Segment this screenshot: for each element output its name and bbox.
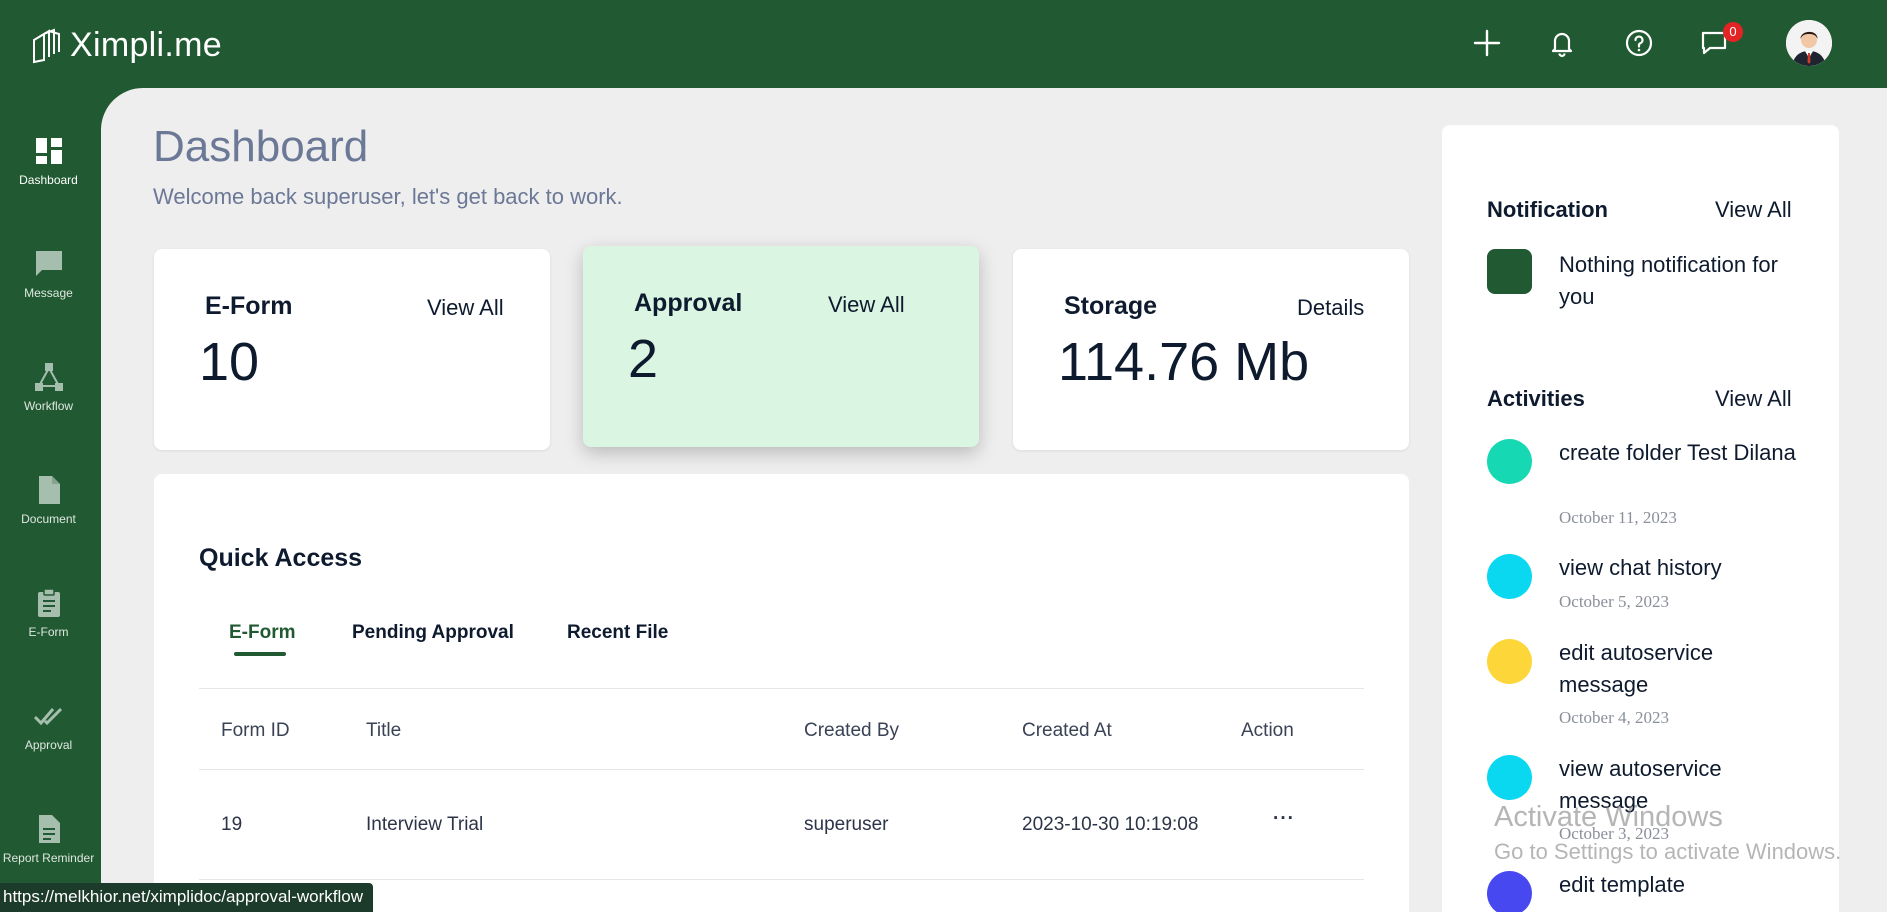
message-icon xyxy=(35,251,62,276)
column-header-title: Title xyxy=(366,720,402,741)
activity-text: create folder Test Dilana xyxy=(1559,440,1796,465)
sidebar-item-dashboard[interactable]: Dashboard xyxy=(0,135,97,235)
help-button[interactable] xyxy=(1622,26,1656,60)
quick-access-title: Quick Access xyxy=(199,544,363,572)
activity-date: October 4, 2023 xyxy=(1559,708,1670,727)
sidebar-item-label: E-Form xyxy=(28,625,69,639)
messages-button[interactable]: 0 xyxy=(1697,22,1743,60)
notification-title: Notification xyxy=(1487,197,1608,222)
storage-card: Storage Details 114.76 Mb xyxy=(1013,249,1409,450)
notification-indicator xyxy=(1487,249,1532,294)
activity-text: edit template xyxy=(1559,872,1685,897)
tab-eform[interactable]: E-Form xyxy=(229,622,296,644)
activity-date: October 11, 2023 xyxy=(1559,508,1677,527)
cell-created-by: superuser xyxy=(804,814,889,835)
card-value: 2 xyxy=(628,329,659,389)
sidebar-item-label: Dashboard xyxy=(19,173,78,187)
notification-message: Nothing notification for you xyxy=(1559,252,1778,309)
cell-form-id: 19 xyxy=(221,814,243,835)
sidebar-item-document[interactable]: Document xyxy=(0,474,97,574)
activity-dot xyxy=(1487,439,1532,484)
tab-pending-approval[interactable]: Pending Approval xyxy=(352,622,514,644)
notification-view-all-link[interactable]: View All xyxy=(1715,197,1792,223)
bell-icon xyxy=(1551,32,1573,58)
plus-icon xyxy=(1473,29,1501,57)
page-title: Dashboard xyxy=(153,122,369,171)
activity-dot xyxy=(1487,755,1532,800)
activity-dot xyxy=(1487,871,1532,912)
add-button[interactable] xyxy=(1470,26,1504,60)
quick-access-panel: Quick Access E-Form Pending Approval Rec… xyxy=(154,474,1409,912)
row-action-menu-button[interactable]: ··· xyxy=(1273,808,1295,830)
card-value: 10 xyxy=(199,332,260,392)
sidebar-item-message[interactable]: Message xyxy=(0,248,97,348)
activity-date: October 5, 2023 xyxy=(1559,592,1670,611)
divider xyxy=(199,879,1364,880)
sidebar-item-label: Workflow xyxy=(23,399,74,413)
welcome-message: Welcome back superuser, let's get back t… xyxy=(153,184,623,209)
column-header-action: Action xyxy=(1241,720,1294,741)
approval-view-all-link[interactable]: View All xyxy=(828,292,905,318)
workflow-icon xyxy=(34,363,63,391)
activity-text: edit autoservice message xyxy=(1559,640,1714,697)
right-panel: Notification View All Nothing notificati… xyxy=(1442,125,1839,912)
sidebar-item-approval[interactable]: Approval xyxy=(0,700,97,800)
activity-dot xyxy=(1487,639,1532,684)
active-tab-indicator xyxy=(234,652,286,656)
report-icon xyxy=(38,815,60,843)
logo-text: Ximpli xyxy=(70,26,165,64)
storage-details-link[interactable]: Details xyxy=(1297,295,1364,321)
sidebar-item-label: Message xyxy=(24,286,73,300)
sidebar-item-label: Document xyxy=(21,512,76,526)
column-header-form-id: Form ID xyxy=(221,720,290,741)
sidebar-item-eform[interactable]: E-Form xyxy=(0,587,97,687)
sidebar-item-label: Report Reminder xyxy=(2,851,95,865)
dashboard-icon xyxy=(35,138,62,164)
avatar[interactable] xyxy=(1786,20,1832,66)
column-header-created-by: Created By xyxy=(804,720,900,741)
card-title: Storage xyxy=(1064,292,1158,320)
eform-view-all-link[interactable]: View All xyxy=(427,295,504,321)
help-icon xyxy=(1625,29,1653,57)
card-title: E-Form xyxy=(205,292,293,320)
top-bar: Ximpli.me 0 xyxy=(0,0,1887,88)
message-count-badge: 0 xyxy=(1723,22,1743,42)
divider xyxy=(199,688,1364,689)
clipboard-icon xyxy=(37,588,60,617)
card-value: 114.76 Mb xyxy=(1058,332,1310,392)
sidebar-item-workflow[interactable]: Workflow xyxy=(0,361,97,461)
cell-created-at: 2023-10-30 10:19:08 xyxy=(1022,814,1199,835)
tab-recent-file[interactable]: Recent File xyxy=(567,622,668,644)
sidebar: Dashboard Message Workflow Document E-Fo… xyxy=(0,88,100,912)
double-check-icon xyxy=(33,707,62,726)
activate-windows-title: Activate Windows xyxy=(1494,801,1723,833)
card-title: Approval xyxy=(634,289,743,317)
divider xyxy=(199,769,1364,770)
activate-windows-subtitle: Go to Settings to activate Windows. xyxy=(1494,839,1842,864)
document-icon xyxy=(38,476,60,504)
activity-text: view chat history xyxy=(1559,555,1722,580)
eform-card: E-Form View All 10 xyxy=(154,249,550,450)
activities-title: Activities xyxy=(1487,386,1585,411)
app-logo[interactable]: Ximpli.me xyxy=(30,26,222,65)
logo-icon xyxy=(33,28,60,63)
column-header-created-at: Created At xyxy=(1022,720,1112,741)
user-avatar-icon xyxy=(1786,20,1832,66)
sidebar-item-label: Approval xyxy=(24,738,73,752)
cell-title: Interview Trial xyxy=(366,814,484,835)
activity-dot xyxy=(1487,554,1532,599)
activities-view-all-link[interactable]: View All xyxy=(1715,386,1792,412)
logo-suffix: .me xyxy=(164,26,222,64)
status-bar-url: https://melkhior.net/ximplidoc/approval-… xyxy=(0,883,373,912)
approval-card: Approval View All 2 xyxy=(583,246,979,447)
notifications-button[interactable] xyxy=(1545,26,1579,60)
